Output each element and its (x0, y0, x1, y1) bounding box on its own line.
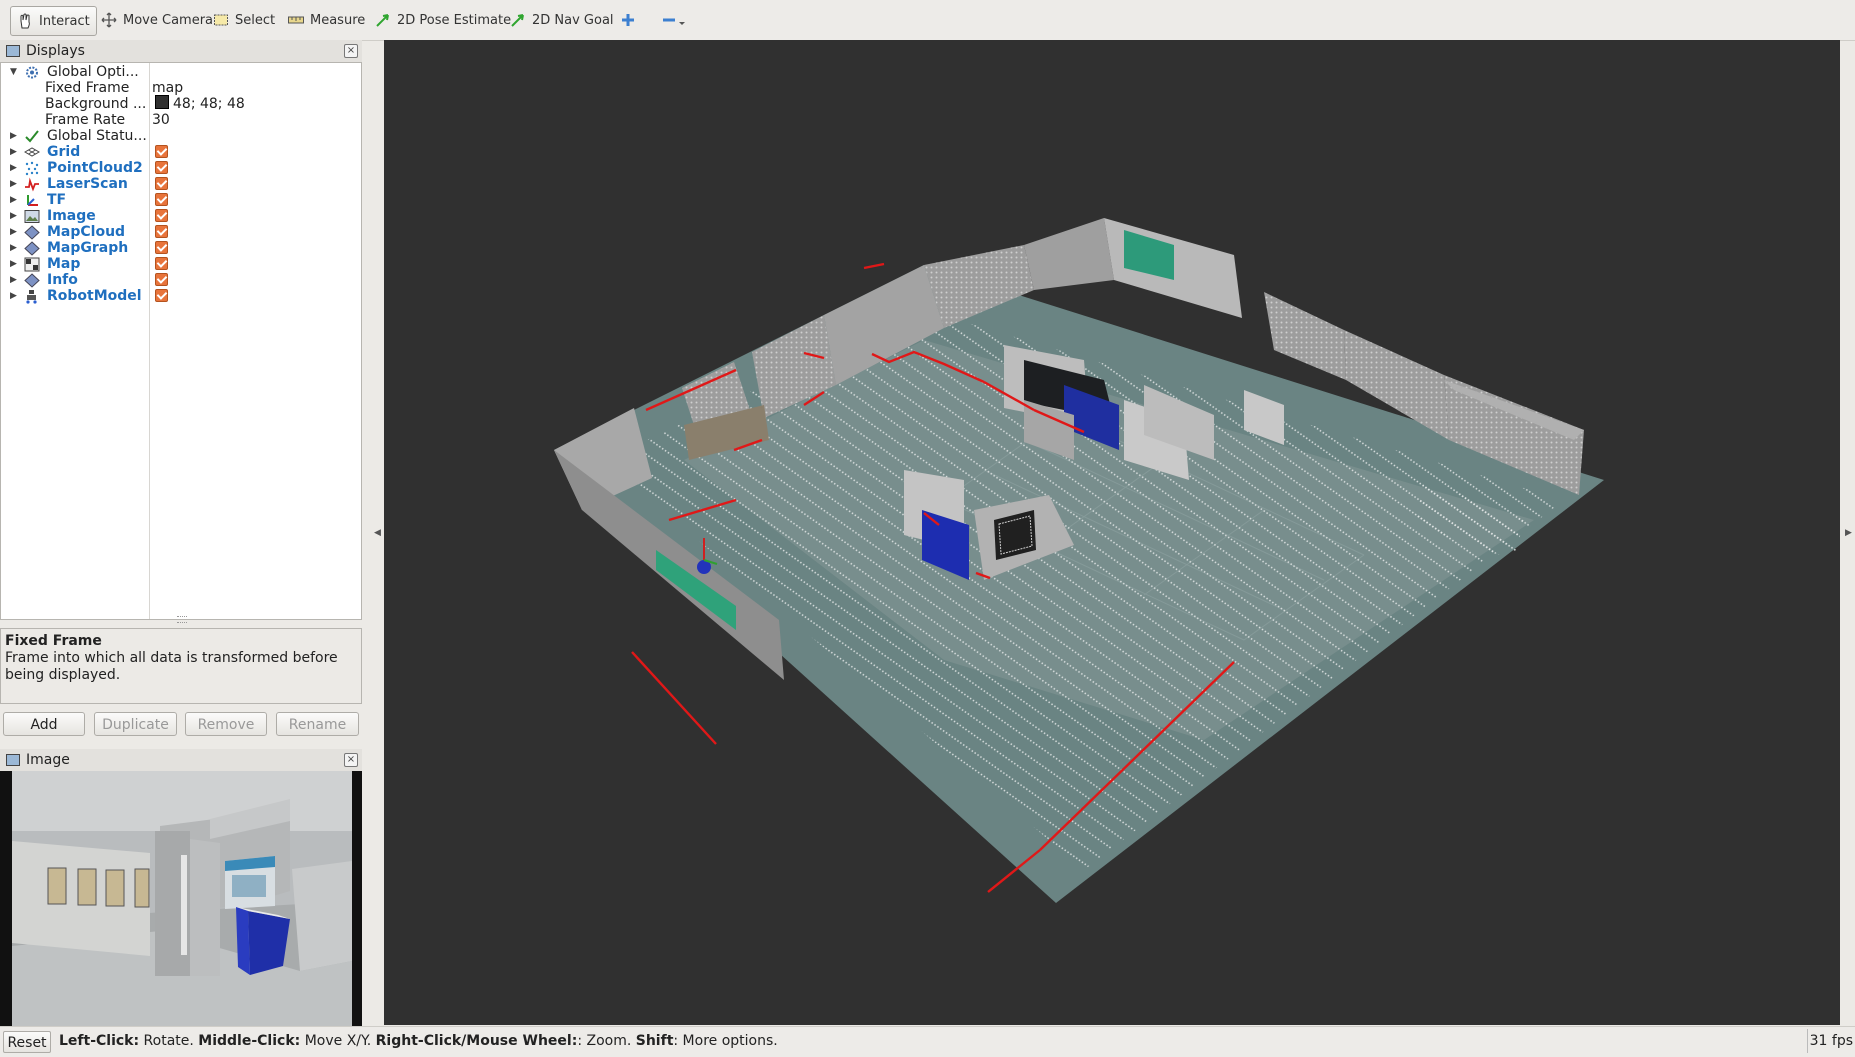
hand-icon (17, 13, 33, 29)
nav-goal-arrow-icon (510, 12, 526, 28)
select-icon (213, 12, 229, 28)
pose-arrow-icon (375, 12, 391, 28)
camera-image-view (0, 771, 362, 1027)
interact-label: Interact (39, 13, 90, 29)
mouse-hint: Left-Click: Rotate. Middle-Click: Move X… (59, 1033, 778, 1049)
robot-model-icon (24, 289, 40, 304)
enabled-checkbox[interactable] (155, 257, 168, 270)
hint-bold: Middle-Click: (198, 1033, 301, 1049)
enabled-checkbox[interactable] (155, 241, 168, 254)
image-icon (24, 209, 40, 224)
color-swatch-icon (155, 95, 169, 109)
measure-icon (288, 12, 304, 28)
collapse-left-arrow-icon[interactable]: ◀ (374, 528, 381, 538)
render-3d-view[interactable] (384, 40, 1840, 1025)
toolbar: Interact Move Camera Select Measure 2D P… (0, 0, 1855, 41)
enabled-checkbox[interactable] (155, 177, 168, 190)
map-icon (24, 257, 40, 272)
measure-label: Measure (310, 12, 366, 28)
image-panel-icon (6, 754, 20, 766)
enabled-checkbox[interactable] (155, 161, 168, 174)
displays-panel-title: Displays (26, 43, 85, 59)
move-camera-tool-button[interactable]: Move Camera (95, 6, 219, 34)
gear-icon (24, 65, 40, 80)
hint-text: : More options. (673, 1033, 778, 1049)
property-description: Fixed Frame Frame into which all data is… (0, 628, 362, 704)
nav-goal-tool-button[interactable]: 2D Nav Goal (504, 6, 620, 34)
info-icon (24, 273, 40, 288)
hint-bold: Left-Click: (59, 1033, 140, 1049)
tf-icon (24, 193, 40, 208)
collapse-right-arrow-icon[interactable]: ▶ (1845, 528, 1852, 538)
add-display-button[interactable]: Add (3, 712, 85, 736)
pose-estimate-tool-button[interactable]: 2D Pose Estimate (369, 6, 517, 34)
image-panel-title: Image (26, 752, 70, 768)
add-tool-icon (620, 12, 636, 28)
move-camera-label: Move Camera (123, 12, 214, 28)
remove-display-button[interactable]: Remove (185, 712, 267, 736)
enabled-checkbox[interactable] (155, 145, 168, 158)
interact-tool-button[interactable]: Interact (10, 6, 97, 36)
enabled-checkbox[interactable] (155, 225, 168, 238)
select-tool-button[interactable]: Select (207, 6, 281, 34)
hint-bold: Shift (635, 1033, 674, 1049)
mapcloud-icon (24, 225, 40, 240)
camera-image (0, 771, 362, 1027)
remove-tool-button[interactable] (656, 6, 700, 34)
duplicate-display-button[interactable]: Duplicate (94, 712, 177, 736)
laserscan-icon (24, 177, 40, 192)
remove-tool-icon (662, 12, 688, 28)
display-label: RobotModel (47, 288, 142, 304)
hint-text: Move X/Y. (300, 1033, 376, 1049)
checkmark-icon (24, 129, 40, 144)
monitor-icon (6, 45, 20, 57)
pointcloud-icon (24, 161, 40, 176)
rename-display-button[interactable]: Rename (276, 712, 359, 736)
collapsed-arrow-icon[interactable]: ▶ (10, 287, 17, 306)
select-label: Select (235, 12, 276, 28)
hint-bold: Right-Click/Mouse Wheel: (375, 1033, 578, 1049)
nav-goal-label: 2D Nav Goal (532, 12, 614, 28)
displays-tree: ▼ Global Opti... Fixed Frame map Backgro… (0, 62, 362, 623)
description-text: Frame into which all data is transformed… (5, 650, 338, 683)
mapgraph-icon (24, 241, 40, 256)
fps-readout: 31 fps (1807, 1029, 1855, 1053)
displays-panel-header: Displays × (0, 40, 362, 63)
tree-row-robotmodel[interactable]: ▶ RobotModel (1, 287, 361, 306)
close-icon[interactable]: × (344, 44, 358, 58)
map-scene (554, 218, 1604, 903)
grid-icon (23, 145, 41, 160)
reset-button[interactable]: Reset (3, 1031, 51, 1053)
image-panel-header: Image × (0, 749, 362, 772)
background-value: 48; 48; 48 (173, 96, 245, 112)
splitter-handle[interactable] (177, 616, 187, 623)
hint-text: Rotate. (139, 1033, 199, 1049)
enabled-checkbox[interactable] (155, 273, 168, 286)
enabled-checkbox[interactable] (155, 193, 168, 206)
add-tool-button[interactable] (614, 6, 648, 34)
pose-estimate-label: 2D Pose Estimate (397, 12, 512, 28)
move-camera-icon (101, 12, 117, 28)
enabled-checkbox[interactable] (155, 209, 168, 222)
enabled-checkbox[interactable] (155, 289, 168, 302)
hint-text: : Zoom. (577, 1033, 636, 1049)
status-bar: Reset Left-Click: Rotate. Middle-Click: … (0, 1026, 1855, 1057)
close-icon[interactable]: × (344, 753, 358, 767)
description-title: Fixed Frame (5, 633, 102, 649)
measure-tool-button[interactable]: Measure (282, 6, 371, 34)
